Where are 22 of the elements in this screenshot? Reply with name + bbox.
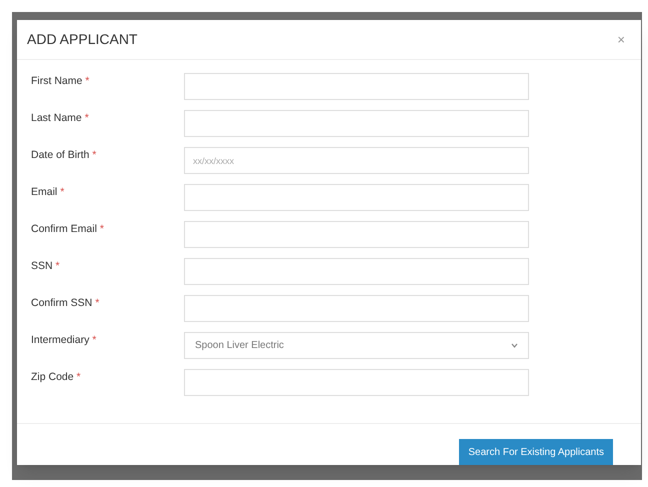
field-label: Confirm SSN * xyxy=(30,296,100,311)
text-field[interactable] xyxy=(184,295,529,322)
field-label: Email * xyxy=(30,185,66,200)
dialog-title: ADD APPLICANT xyxy=(27,30,138,49)
intermediary-select[interactable]: Spoon Liver Electric xyxy=(184,332,529,359)
field-label: First Name * xyxy=(30,74,90,89)
text-field[interactable] xyxy=(184,110,529,137)
text-field[interactable]: xx/xx/xxxx xyxy=(184,147,529,174)
field-label: Zip Code * xyxy=(30,370,82,385)
chevron-down-icon xyxy=(511,343,518,348)
search-button[interactable]: Search For Existing Applicants xyxy=(459,439,613,465)
text-field[interactable] xyxy=(184,258,529,285)
field-label: Date of Birth * xyxy=(30,148,98,163)
field-label: Confirm Email * xyxy=(30,222,105,237)
text-field[interactable] xyxy=(184,221,529,248)
close-button[interactable]: × xyxy=(617,30,631,50)
field-label: SSN * xyxy=(30,259,61,274)
text-field[interactable] xyxy=(184,369,529,396)
text-field[interactable] xyxy=(184,184,529,211)
text-field[interactable] xyxy=(184,73,529,100)
field-label: Last Name * xyxy=(30,111,90,126)
field-label: Intermediary * xyxy=(30,333,98,348)
